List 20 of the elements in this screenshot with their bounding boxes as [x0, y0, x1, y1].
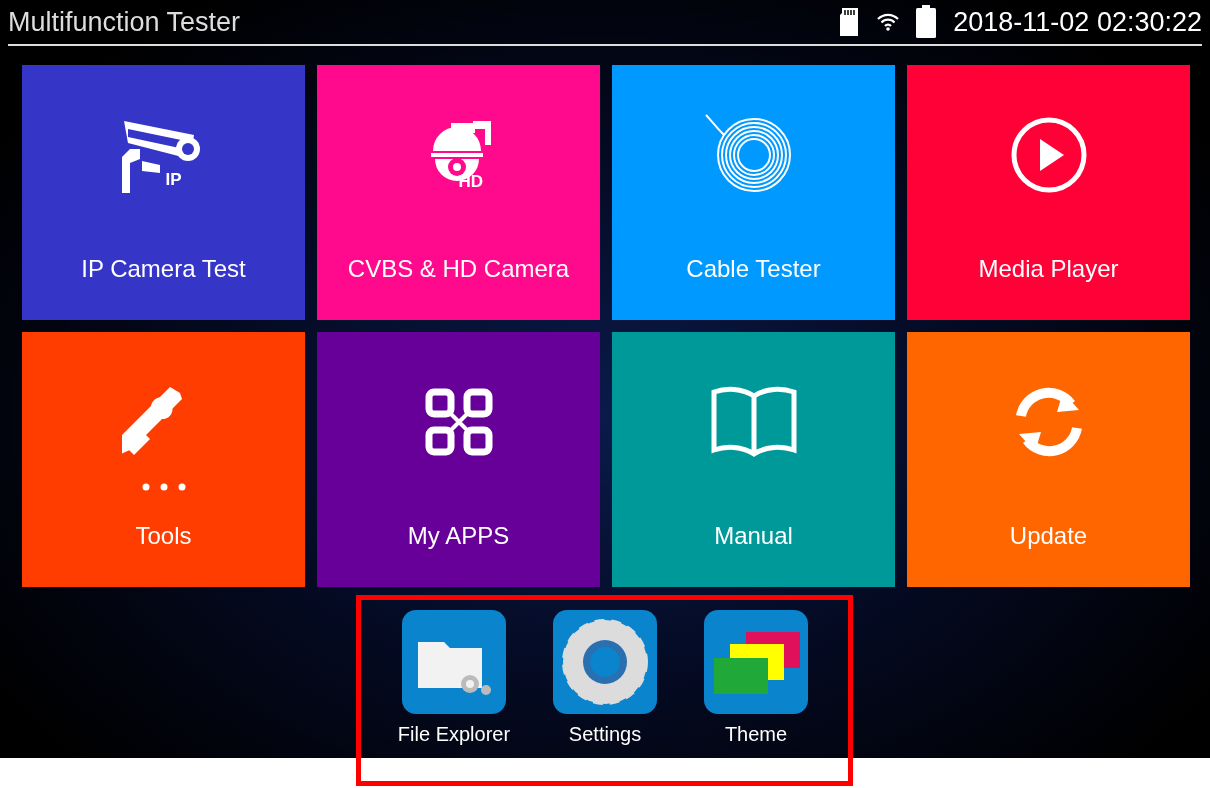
- folder-gear-icon: [402, 610, 506, 714]
- wifi-icon: [877, 13, 900, 31]
- dock-app[interactable]: File Explorer: [378, 610, 530, 749]
- app-tile[interactable]: IP IP Camera Test: [22, 65, 305, 320]
- app-tile[interactable]: My APPS: [317, 332, 600, 587]
- color-cards-icon: [704, 610, 808, 714]
- app-tile[interactable]: Update: [907, 332, 1190, 587]
- app-title: Multifunction Tester: [8, 5, 241, 39]
- app-tile[interactable]: Media Player: [907, 65, 1190, 320]
- date-time: 2018-11-02 02:30:22: [953, 5, 1202, 39]
- app-tile[interactable]: Tools: [22, 332, 305, 587]
- more-dots-icon: [141, 483, 186, 491]
- battery-icon: [915, 5, 938, 39]
- dock-app[interactable]: Theme: [680, 610, 832, 749]
- app-tile[interactable]: Cable Tester: [612, 65, 895, 320]
- icon-label: IP: [165, 169, 182, 191]
- settings-icon: [553, 610, 657, 714]
- dock-app[interactable]: Settings: [529, 610, 681, 749]
- app-tile[interactable]: Manual: [612, 332, 895, 587]
- apps-grid-icon: [423, 387, 494, 457]
